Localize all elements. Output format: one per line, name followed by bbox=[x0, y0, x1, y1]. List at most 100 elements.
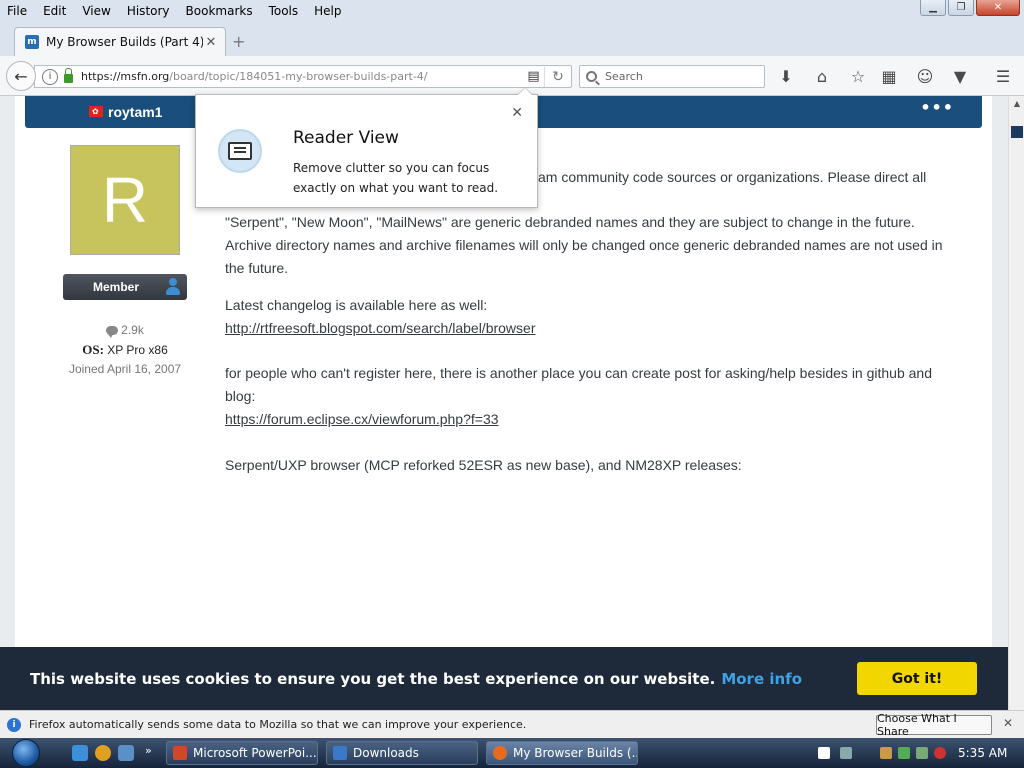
url-host: https://msfn.org bbox=[81, 70, 170, 83]
url-path: /board/topic/184051-my-browser-builds-pa… bbox=[169, 70, 428, 83]
lock-icon bbox=[64, 68, 73, 83]
hong-kong-flag-icon bbox=[89, 105, 103, 117]
tray-app-icon[interactable] bbox=[898, 747, 910, 759]
start-button[interactable] bbox=[7, 738, 45, 768]
menu-file[interactable]: File bbox=[0, 4, 35, 18]
folder-icon bbox=[333, 746, 347, 760]
member-icon bbox=[165, 278, 181, 296]
changelog-link-line: http://rtfreesoft.blogspot.com/search/la… bbox=[225, 317, 960, 340]
clock[interactable]: 5:35 AM bbox=[958, 746, 1007, 760]
tray-app-icon[interactable] bbox=[880, 747, 892, 759]
security-tray-icon[interactable] bbox=[934, 747, 946, 759]
taskbar-item-label: My Browser Builds (... bbox=[513, 746, 638, 760]
cookie-message: This website uses cookies to ensure you … bbox=[30, 670, 802, 688]
close-popup-icon[interactable]: ✕ bbox=[511, 105, 523, 121]
quick-launch-more-icon[interactable]: » bbox=[145, 744, 152, 757]
home-icon[interactable]: ⌂ bbox=[812, 66, 832, 86]
menu-history[interactable]: History bbox=[119, 4, 178, 18]
new-tab-icon[interactable]: + bbox=[232, 32, 245, 51]
powerpoint-icon bbox=[173, 746, 187, 760]
notification-text: Firefox automatically sends some data to… bbox=[29, 718, 527, 731]
msfn-favicon-icon: m bbox=[25, 35, 39, 49]
cookie-message-text: This website uses cookies to ensure you … bbox=[30, 669, 716, 688]
ie-icon[interactable] bbox=[72, 745, 88, 761]
post-author[interactable]: roytam1 bbox=[108, 104, 162, 120]
reader-view-popup: Reader View Remove clutter so you can fo… bbox=[195, 87, 538, 208]
post-paragraph-5: Serpent/UXP browser (MCP reforked 52ESR … bbox=[225, 457, 742, 473]
pocket-icon[interactable]: ▼ bbox=[950, 66, 970, 86]
reader-view-illustration-icon bbox=[218, 129, 262, 173]
post-count: 2.9k bbox=[50, 323, 200, 338]
hello-icon[interactable]: ☺ bbox=[915, 66, 935, 86]
chrome-icon[interactable] bbox=[95, 745, 111, 761]
search-bar[interactable]: Search bbox=[579, 65, 765, 88]
post-count-value: 2.9k bbox=[121, 323, 144, 337]
menu-edit[interactable]: Edit bbox=[35, 4, 74, 18]
tab-active[interactable]: m My Browser Builds (Part 4) - B... ✕ bbox=[14, 27, 226, 56]
menu-bar: File Edit View History Bookmarks Tools H… bbox=[0, 0, 1024, 22]
navigation-bar: i https://msfn.org/board/topic/184051-my… bbox=[0, 56, 1024, 96]
tab-bar: m My Browser Builds (Part 4) - B... ✕ + bbox=[0, 22, 1024, 56]
os-value: XP Pro x86 bbox=[107, 343, 168, 357]
close-window-button[interactable]: ✕ bbox=[976, 0, 1020, 16]
taskbar-item-downloads[interactable]: Downloads bbox=[326, 741, 478, 765]
minimize-button[interactable]: ▁ bbox=[920, 0, 946, 16]
scroll-up-icon[interactable]: ▲ bbox=[1009, 96, 1024, 112]
choose-what-i-share-button[interactable]: Choose What I Share bbox=[876, 712, 992, 738]
help-tray-icon[interactable] bbox=[818, 747, 830, 759]
info-icon: i bbox=[7, 717, 21, 732]
reader-view-icon[interactable]: ▤ bbox=[523, 66, 545, 87]
post-paragraph-2: "Serpent", "New Moon", "MailNews" are ge… bbox=[225, 214, 943, 276]
tab-title: My Browser Builds (Part 4) - B... bbox=[46, 35, 203, 49]
os-label: OS: bbox=[82, 342, 104, 357]
menu-bookmarks[interactable]: Bookmarks bbox=[178, 4, 261, 18]
reload-icon[interactable]: ↻ bbox=[545, 69, 571, 85]
post-paragraph-3: Latest changelog is available here as we… bbox=[225, 297, 488, 313]
more-info-link[interactable]: More info bbox=[721, 670, 802, 688]
bookmarks-menu-icon[interactable]: ▦ bbox=[879, 66, 899, 86]
avatar[interactable]: R bbox=[70, 145, 180, 255]
changelog-link[interactable]: http://rtfreesoft.blogspot.com/search/la… bbox=[225, 320, 535, 336]
network-tray-icon[interactable] bbox=[840, 747, 852, 759]
show-desktop-icon[interactable] bbox=[118, 745, 134, 761]
close-notification-icon[interactable]: ✕ bbox=[1003, 716, 1013, 730]
badge-label: Member bbox=[93, 280, 140, 294]
accept-cookies-button[interactable]: Got it! bbox=[857, 662, 977, 695]
post-options-icon[interactable]: ••• bbox=[920, 98, 954, 117]
scrollbar-thumb[interactable] bbox=[1011, 126, 1023, 138]
taskbar-item-label: Microsoft PowerPoi... bbox=[193, 746, 317, 760]
reader-view-title: Reader View bbox=[293, 128, 399, 148]
url-text[interactable]: https://msfn.org/board/topic/184051-my-b… bbox=[81, 70, 523, 83]
site-info-icon[interactable]: i bbox=[42, 68, 58, 85]
member-badge: Member bbox=[63, 274, 187, 300]
taskbar-item-label: Downloads bbox=[353, 746, 419, 760]
reader-view-description: Remove clutter so you can focus exactly … bbox=[293, 161, 499, 195]
menu-tools[interactable]: Tools bbox=[261, 4, 307, 18]
maximize-button[interactable]: ❐ bbox=[948, 0, 974, 16]
back-button[interactable]: ← bbox=[6, 61, 36, 91]
bookmark-star-icon[interactable]: ☆ bbox=[848, 66, 868, 86]
os-line: OS: XP Pro x86 bbox=[50, 342, 200, 358]
windows-taskbar: » Microsoft PowerPoi... Downloads My Bro… bbox=[0, 738, 1024, 768]
comment-icon bbox=[106, 326, 119, 338]
notification-bar: i Firefox automatically sends some data … bbox=[0, 710, 1024, 738]
joined-date: Joined April 16, 2007 bbox=[68, 362, 182, 376]
close-tab-icon[interactable]: ✕ bbox=[203, 35, 219, 50]
page-scrollbar[interactable]: ▲ bbox=[1008, 96, 1024, 710]
taskbar-item-powerpoint[interactable]: Microsoft PowerPoi... bbox=[166, 741, 318, 765]
taskbar-item-firefox[interactable]: My Browser Builds (... bbox=[486, 741, 638, 765]
search-placeholder: Search bbox=[605, 70, 643, 83]
cookie-consent-bar: This website uses cookies to ensure you … bbox=[0, 647, 1008, 710]
url-bar[interactable]: i https://msfn.org/board/topic/184051-my… bbox=[34, 65, 572, 88]
forum-link[interactable]: https://forum.eclipse.cx/viewforum.php?f… bbox=[225, 411, 499, 427]
menu-view[interactable]: View bbox=[74, 4, 118, 18]
forum-link-line: https://forum.eclipse.cx/viewforum.php?f… bbox=[225, 408, 960, 431]
downloads-icon[interactable]: ⬇ bbox=[776, 66, 796, 86]
search-icon bbox=[586, 71, 597, 82]
menu-help[interactable]: Help bbox=[306, 4, 349, 18]
volume-tray-icon[interactable] bbox=[916, 747, 928, 759]
hamburger-menu-icon[interactable]: ☰ bbox=[993, 66, 1013, 86]
post-paragraph-4: for people who can't register here, ther… bbox=[225, 365, 932, 404]
firefox-icon bbox=[493, 746, 507, 760]
window-controls: ▁ ❐ ✕ bbox=[920, 0, 1020, 16]
